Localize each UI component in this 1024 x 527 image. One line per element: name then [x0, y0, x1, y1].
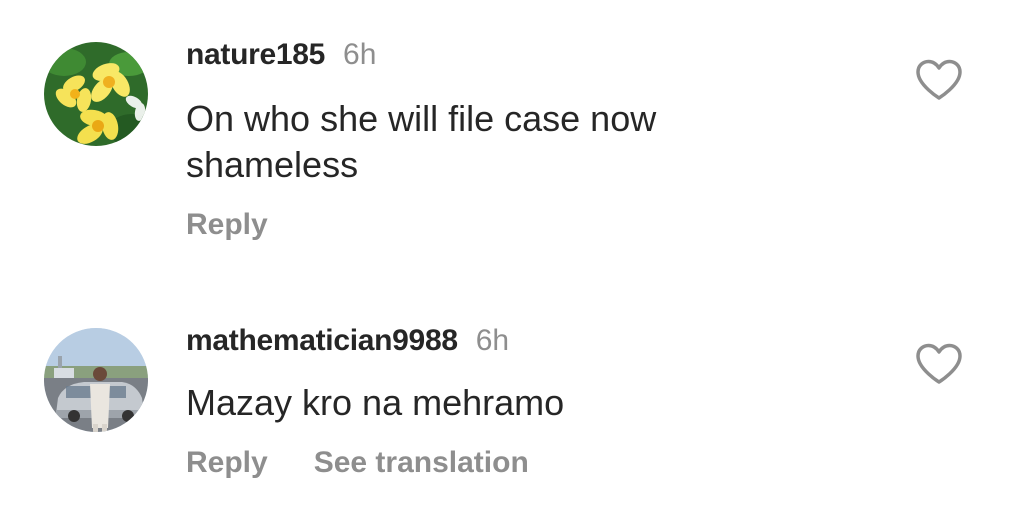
comment-actions: Reply — [186, 208, 268, 242]
comment-item: mathematician9988 6h Mazay kro na mehram… — [0, 320, 1024, 527]
comment-header: nature185 6h — [186, 38, 376, 72]
flower-avatar-icon — [44, 42, 148, 146]
comment-text: Mazay kro na mehramo — [186, 382, 565, 423]
heart-outline-icon[interactable] — [914, 58, 964, 102]
username[interactable]: nature185 — [186, 38, 325, 72]
person-car-avatar-icon — [44, 328, 148, 432]
timestamp: 6h — [343, 38, 377, 71]
heart-outline-icon[interactable] — [914, 342, 964, 386]
reply-button[interactable]: Reply — [186, 446, 268, 480]
timestamp: 6h — [475, 324, 510, 357]
avatar[interactable] — [44, 42, 148, 146]
username[interactable]: mathematician9988 — [186, 324, 458, 358]
avatar[interactable] — [44, 328, 148, 432]
comment-text: On who she will file case now shameless — [186, 98, 657, 185]
comment-actions: Reply See translation — [186, 446, 529, 480]
see-translation-button[interactable]: See translation — [314, 446, 529, 480]
reply-button[interactable]: Reply — [186, 208, 268, 242]
comment-header: mathematician9988 6h — [186, 324, 509, 358]
comment-item: nature185 6h On who she will file case n… — [0, 0, 1024, 280]
